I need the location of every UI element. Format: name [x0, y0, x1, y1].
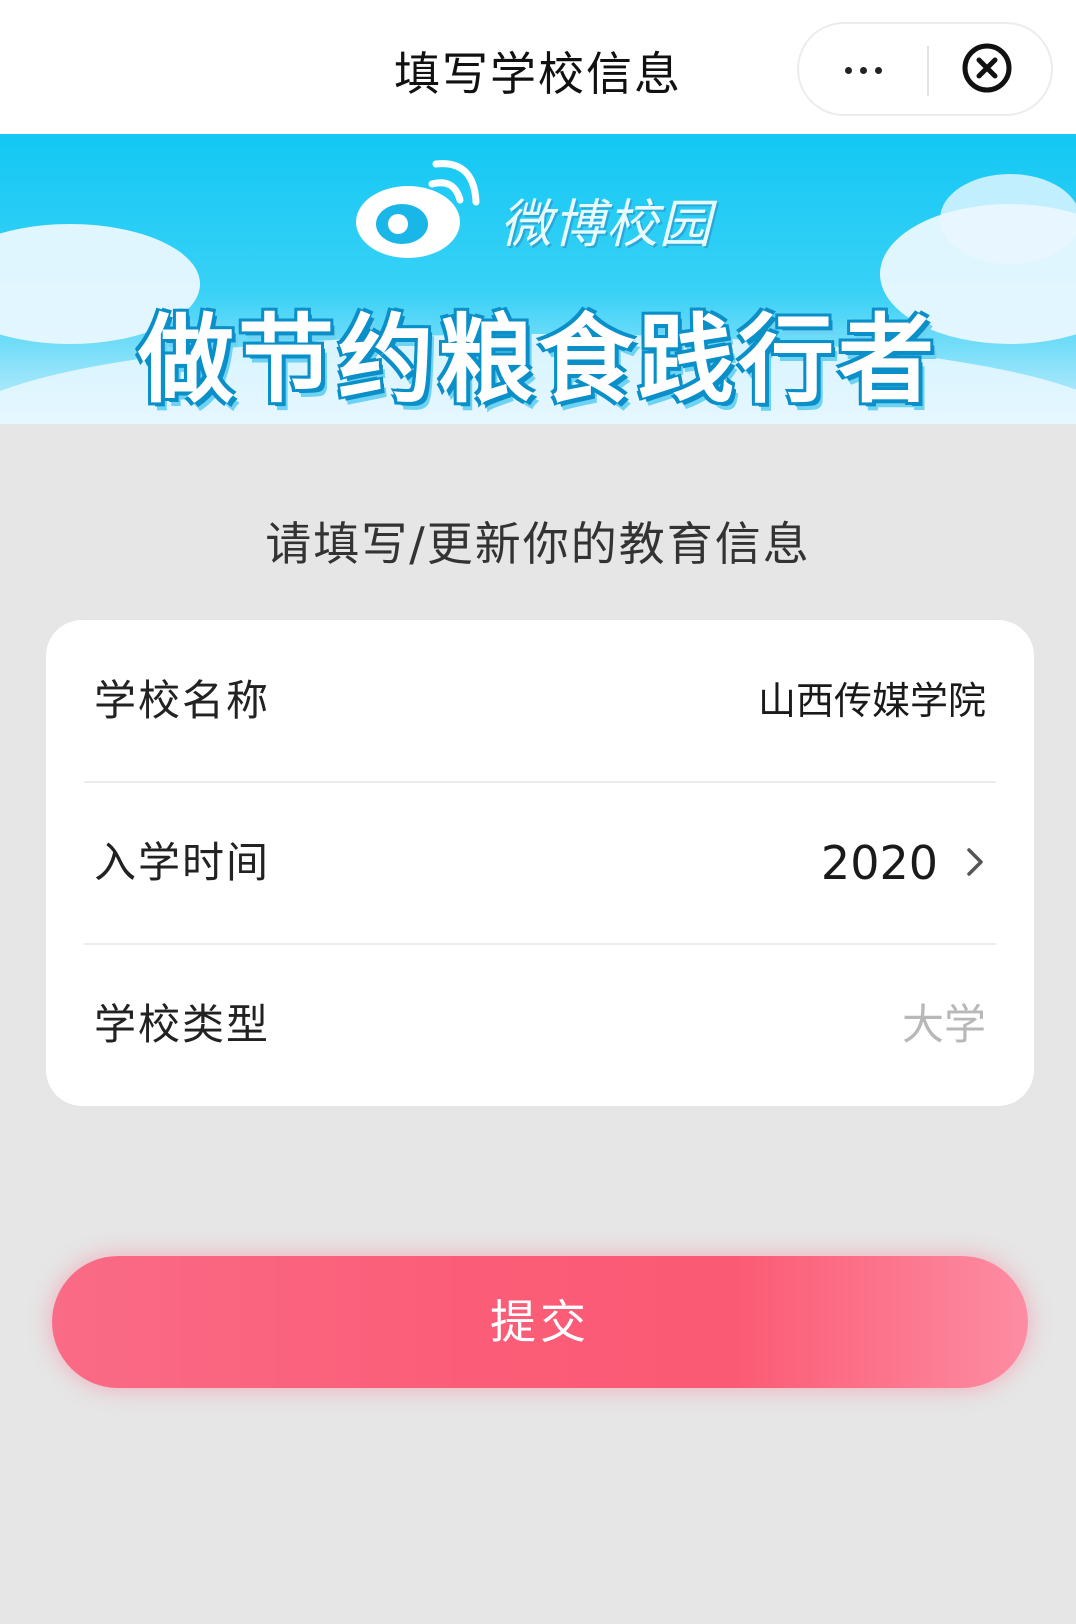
enrollment-year-label: 入学时间 — [94, 838, 271, 887]
submit-button[interactable]: 提交 — [52, 1256, 1028, 1388]
education-form-card: 学校名称 山西传媒学院 入学时间 2020 学校类型 大学 — [46, 620, 1034, 1106]
school-type-value: 大学 — [901, 1000, 986, 1049]
close-button[interactable] — [929, 24, 1053, 114]
banner-headline: 做节约粮食践行者 — [138, 304, 938, 416]
enrollment-year-value: 2020 — [820, 836, 938, 890]
school-name-row[interactable]: 学校名称 山西传媒学院 — [46, 620, 1034, 782]
weibo-logo-icon — [356, 160, 480, 258]
school-name-label: 学校名称 — [94, 676, 271, 725]
enrollment-year-row[interactable]: 入学时间 2020 — [46, 782, 1034, 944]
form-heading: 请填写/更新你的教育信息 — [265, 517, 811, 571]
close-circle-icon — [962, 43, 1012, 93]
chevron-right-icon — [967, 848, 983, 876]
campaign-banner: 微博校园 做节约粮食践行者 — [0, 134, 1076, 424]
school-type-label: 学校类型 — [94, 1000, 271, 1049]
menu-capsule — [797, 22, 1053, 116]
school-type-row[interactable]: 学校类型 大学 — [46, 944, 1034, 1106]
nav-bar: 填写学校信息 — [0, 0, 1076, 134]
school-name-value: 山西传媒学院 — [757, 679, 986, 723]
more-button[interactable] — [799, 24, 927, 114]
banner-subtitle: 微博校园 — [500, 195, 713, 255]
